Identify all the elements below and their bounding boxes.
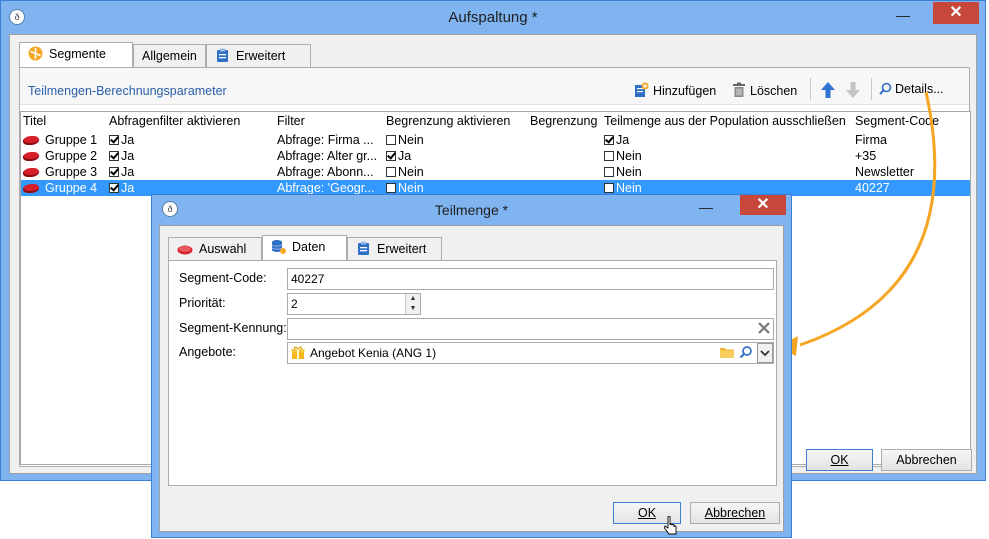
dialog-tab-erweitert[interactable]: Erweitert — [347, 237, 442, 261]
dialog-clipboard-icon — [356, 241, 371, 256]
offers-search-icon[interactable] — [739, 345, 753, 362]
dialog-tab-daten-label: Daten — [292, 240, 326, 254]
daten-panel: Segment-Code: 40227 Priorität: 2 ▲ ▼ Seg… — [168, 260, 777, 486]
offers-label: Angebote: — [179, 345, 236, 359]
subset-dialog: ð Teilmenge * — ✕ Auswahl Daten Erweiter… — [151, 194, 792, 538]
dialog-cancel-label: Abbrechen — [704, 506, 766, 520]
dialog-titlebar[interactable]: ð Teilmenge * — ✕ — [152, 195, 791, 225]
priority-value: 2 — [291, 297, 298, 311]
dialog-close-button[interactable]: ✕ — [740, 195, 786, 215]
priority-label: Priorität: — [179, 296, 226, 310]
offers-field[interactable]: Angebot Kenia (ANG 1) — [287, 342, 774, 364]
dialog-ok-label: OK — [637, 506, 657, 520]
spin-up-icon[interactable]: ▲ — [406, 294, 420, 304]
chevron-down-icon — [760, 350, 770, 357]
dialog-minimize-button[interactable]: — — [692, 197, 720, 217]
segment-icon — [177, 241, 193, 256]
offers-value: Angebot Kenia (ANG 1) — [310, 346, 437, 360]
database-icon — [271, 239, 286, 254]
segment-code-label: Segment-Code: — [179, 271, 267, 285]
dialog-tab-auswahl-label: Auswahl — [199, 242, 247, 256]
segment-code-input[interactable]: 40227 — [287, 268, 774, 290]
priority-spin[interactable]: ▲ ▼ — [405, 294, 420, 314]
priority-stepper[interactable]: 2 ▲ ▼ — [287, 293, 421, 315]
dialog-cancel-button[interactable]: Abbrechen — [690, 502, 780, 524]
clear-icon[interactable] — [757, 321, 771, 337]
gift-icon — [291, 346, 305, 366]
segment-id-input[interactable] — [287, 318, 774, 340]
mouse-cursor-icon — [664, 515, 678, 539]
dialog-tab-auswahl[interactable]: Auswahl — [168, 237, 262, 261]
segment-id-label: Segment-Kennung: — [179, 321, 287, 335]
dialog-client-area: Auswahl Daten Erweitert Segment-Code: 40… — [159, 225, 784, 535]
folder-icon[interactable] — [719, 345, 735, 362]
offers-dropdown-button[interactable] — [757, 343, 773, 363]
dialog-tab-daten[interactable]: Daten — [262, 235, 347, 261]
spin-down-icon[interactable]: ▼ — [406, 304, 420, 314]
dialog-tab-erweitert-label: Erweitert — [377, 242, 427, 256]
